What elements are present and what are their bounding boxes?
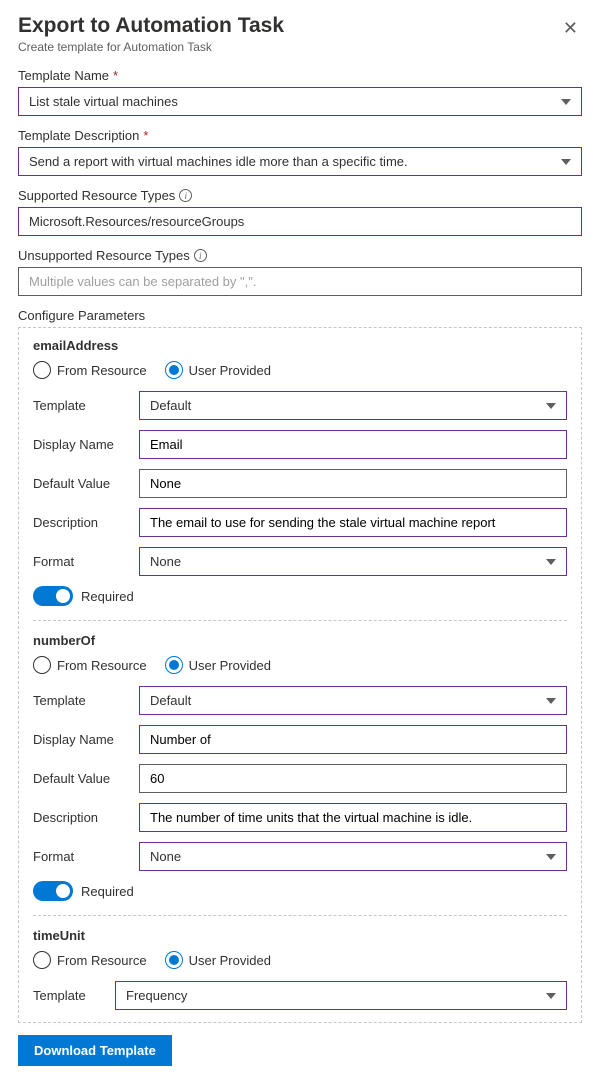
template-label: Template [33, 693, 133, 708]
template-label: Template [33, 398, 133, 413]
chevron-down-icon [546, 698, 556, 704]
info-icon[interactable]: i [179, 189, 192, 202]
chevron-down-icon [546, 559, 556, 565]
download-template-button[interactable]: Download Template [18, 1035, 172, 1066]
required-label: Required [81, 884, 134, 899]
template-name-select[interactable]: List stale virtual machines [18, 87, 582, 116]
param-emailaddress-name: emailAddress [33, 338, 567, 353]
required-label: Required [81, 589, 134, 604]
unsupported-resource-types-input[interactable]: Multiple values can be separated by ",". [18, 267, 582, 296]
format-label: Format [33, 849, 133, 864]
displayname-label: Display Name [33, 437, 133, 452]
supported-resource-types-input[interactable]: Microsoft.Resources/resourceGroups [18, 207, 582, 236]
radio-user-provided[interactable]: User Provided [165, 361, 271, 379]
chevron-down-icon [546, 993, 556, 999]
param-timeunit-name: timeUnit [33, 928, 567, 943]
page-subtitle: Create template for Automation Task [18, 40, 284, 54]
timeunit-template-select[interactable]: Frequency [115, 981, 567, 1010]
template-label: Template [33, 988, 109, 1003]
numberof-required-toggle[interactable] [33, 881, 73, 901]
unsupported-resource-types-label: Unsupported Resource Types i [18, 248, 582, 263]
radio-from-resource[interactable]: From Resource [33, 361, 147, 379]
format-label: Format [33, 554, 133, 569]
defaultvalue-label: Default Value [33, 771, 133, 786]
numberof-description-input[interactable] [139, 803, 567, 832]
radio-user-provided[interactable]: User Provided [165, 951, 271, 969]
radio-from-resource[interactable]: From Resource [33, 656, 147, 674]
emailaddress-defaultvalue-input[interactable] [139, 469, 567, 498]
description-label: Description [33, 515, 133, 530]
numberof-defaultvalue-input[interactable] [139, 764, 567, 793]
template-description-label: Template Description* [18, 128, 582, 143]
chevron-down-icon [561, 159, 571, 165]
chevron-down-icon [561, 99, 571, 105]
emailaddress-displayname-input[interactable] [139, 430, 567, 459]
numberof-template-select[interactable]: Default [139, 686, 567, 715]
emailaddress-required-toggle[interactable] [33, 586, 73, 606]
configure-parameters-label: Configure Parameters [18, 308, 582, 323]
chevron-down-icon [546, 403, 556, 409]
defaultvalue-label: Default Value [33, 476, 133, 491]
radio-from-resource[interactable]: From Resource [33, 951, 147, 969]
page-title: Export to Automation Task [18, 14, 284, 38]
param-numberof-name: numberOf [33, 633, 567, 648]
radio-user-provided[interactable]: User Provided [165, 656, 271, 674]
emailaddress-template-select[interactable]: Default [139, 391, 567, 420]
numberof-displayname-input[interactable] [139, 725, 567, 754]
supported-resource-types-label: Supported Resource Types i [18, 188, 582, 203]
emailaddress-format-select[interactable]: None [139, 547, 567, 576]
numberof-format-select[interactable]: None [139, 842, 567, 871]
template-description-select[interactable]: Send a report with virtual machines idle… [18, 147, 582, 176]
template-name-label: Template Name* [18, 68, 582, 83]
parameters-container: emailAddress From Resource User Provided… [18, 327, 582, 1023]
displayname-label: Display Name [33, 732, 133, 747]
info-icon[interactable]: i [194, 249, 207, 262]
emailaddress-description-input[interactable] [139, 508, 567, 537]
chevron-down-icon [546, 854, 556, 860]
description-label: Description [33, 810, 133, 825]
close-icon[interactable]: ✕ [559, 14, 582, 43]
